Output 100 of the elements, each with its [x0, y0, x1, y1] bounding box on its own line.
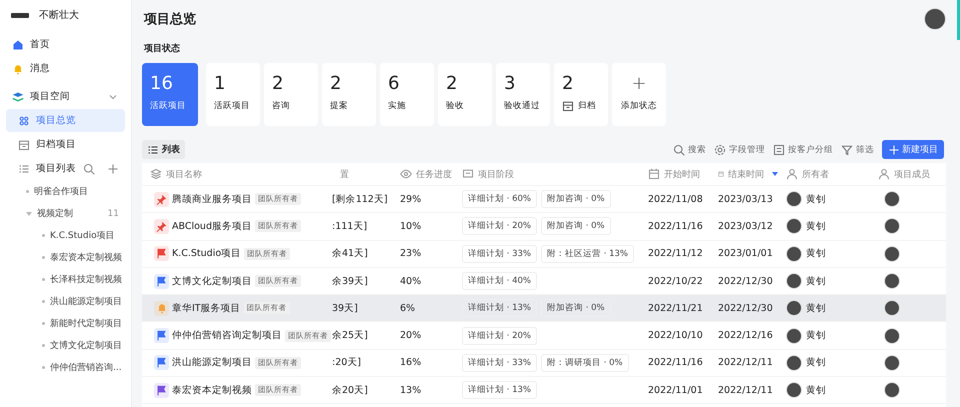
- status-card[interactable]: 3 验收通过: [496, 63, 550, 126]
- column-header[interactable]: 任务进度: [392, 168, 454, 180]
- project-name[interactable]: 仲仲伯营销咨询定制项目: [172, 329, 282, 342]
- settings-icon: [714, 144, 726, 156]
- owner-avatar: [786, 191, 802, 208]
- progress-cell-text: 40%: [399, 276, 422, 287]
- status-card[interactable]: 2 验收: [438, 63, 492, 126]
- nav-item[interactable]: 归档项目: [6, 133, 125, 156]
- add-status-card[interactable]: + 添加状态: [612, 63, 666, 126]
- progress-cell-text: 23%: [399, 248, 422, 260]
- table-cell-text: 余25天]: [332, 329, 369, 342]
- member-avatar: [884, 300, 900, 316]
- nav-item[interactable]: 消息: [6, 57, 125, 80]
- tree-item[interactable]: 新能时代定制项目: [6, 313, 125, 334]
- column-header[interactable]: 项目成员: [870, 168, 930, 180]
- nav-item[interactable]: 首页: [6, 33, 125, 56]
- date-cell-text: 2022/10/22: [647, 276, 704, 287]
- stage-tag: 详细计划 · 40%: [462, 272, 537, 290]
- progress-cell-text: 10%: [399, 220, 422, 232]
- project-name[interactable]: K.C.Studio项目: [172, 247, 242, 260]
- owner-name: 黄钊: [806, 220, 826, 233]
- project-space-header[interactable]: 项目空间: [6, 85, 125, 108]
- date-cell-text: 2022/12/30: [717, 276, 774, 287]
- toolbar-button[interactable]: 字段管理: [714, 144, 765, 156]
- project-name[interactable]: ABCloud服务项目: [172, 220, 252, 233]
- date-cell-text: 2022/11/16: [647, 220, 704, 232]
- stage-tag: 详细计划 · 33%: [462, 244, 537, 263]
- user-icon: [878, 168, 890, 180]
- member-avatar: [884, 191, 900, 208]
- project-name[interactable]: 文博文化定制项目: [172, 274, 252, 288]
- owner-name: 黄钊: [806, 247, 826, 260]
- owner-name: 黄钊: [806, 329, 826, 342]
- project-list-label: 项目列表: [36, 162, 76, 175]
- status-card[interactable]: 2 提案: [322, 63, 376, 126]
- owner-avatar: [786, 246, 802, 262]
- filter-icon: [841, 144, 853, 156]
- status-card[interactable]: 6 实施: [380, 63, 434, 126]
- owner-name: 黄钊: [806, 192, 826, 206]
- stage-tag: 附加咨询 · 0%: [541, 190, 611, 208]
- date-cell-text: 2023/03/12: [717, 220, 774, 232]
- toolbar-button[interactable]: 筛选: [841, 144, 874, 156]
- status-card[interactable]: 1 活跃项目: [206, 63, 260, 126]
- search-button[interactable]: [83, 162, 95, 174]
- grid-icon: [18, 114, 30, 126]
- stage-tag: 详细计划 · 20%: [462, 326, 537, 345]
- tree-item[interactable]: 文博文化定制项目: [6, 335, 125, 356]
- owner-avatar: [786, 382, 802, 398]
- project-name[interactable]: 泰宏资本定制视频: [172, 384, 252, 397]
- tree-item[interactable]: 长泽科技定制视频: [6, 269, 125, 290]
- date-cell-text: 2022/11/21: [647, 302, 704, 314]
- project-name[interactable]: 章华IT服务项目: [172, 302, 241, 315]
- owner-name: 黄钊: [806, 384, 826, 397]
- progress-cell-text: 13%: [399, 384, 422, 396]
- stage-tag: 详细计划 · 20%: [462, 217, 537, 236]
- search-icon: [83, 162, 95, 174]
- tree-item[interactable]: 明雀合作项目: [6, 181, 125, 202]
- tree-item[interactable]: K.C.Studio项目: [6, 225, 125, 246]
- date-cell-text: 2022/11/12: [647, 248, 704, 260]
- status-card[interactable]: 2 归档: [554, 63, 608, 126]
- column-header[interactable]: 开始时间: [640, 168, 710, 180]
- archive-icon: [18, 138, 30, 150]
- stage-tag: 详细计划 · 13%: [462, 299, 537, 318]
- date-cell-text: 2022/11/16: [647, 357, 704, 368]
- tree-item[interactable]: 泰宏资本定制视频: [6, 247, 125, 268]
- list-icon: [18, 162, 30, 174]
- date-cell-text: 2022/10/10: [647, 330, 704, 342]
- list-icon: [147, 144, 159, 156]
- tree-item[interactable]: 洪山能源定制项目: [6, 291, 125, 312]
- column-header[interactable]: 置: [332, 168, 392, 180]
- status-card[interactable]: 16 活跃项目: [142, 63, 198, 126]
- project-name[interactable]: 腾颉商业服务项目: [172, 192, 252, 206]
- list-view-tab[interactable]: 列表: [142, 140, 185, 159]
- search-icon: [673, 144, 685, 156]
- stack-icon: [12, 90, 24, 102]
- user-icon: [786, 168, 798, 180]
- owner-name: 黄钊: [806, 356, 826, 370]
- logo-icon: [11, 12, 29, 18]
- grouping-icon: [773, 144, 785, 156]
- date-cell-text: 2022/12/11: [717, 384, 774, 396]
- toolbar-button[interactable]: 按客户分组: [773, 144, 833, 156]
- toolbar-button[interactable]: 搜索: [673, 144, 706, 156]
- add-button[interactable]: [107, 162, 119, 174]
- tree-item[interactable]: 仲仲伯营销咨询...: [6, 357, 125, 378]
- eye-icon: [400, 168, 412, 180]
- owner-name: 黄钊: [806, 274, 826, 288]
- column-header[interactable]: 项目名称: [142, 168, 332, 180]
- column-header[interactable]: 结束时间: [710, 168, 778, 180]
- user-avatar[interactable]: [924, 8, 946, 30]
- status-card[interactable]: 2 咨询: [264, 63, 318, 126]
- tree-item[interactable]: 视频定制 11: [6, 203, 125, 224]
- column-header[interactable]: 项目阶段: [454, 168, 640, 180]
- project-name[interactable]: 洪山能源定制项目: [172, 356, 252, 370]
- sort-icon: [772, 172, 778, 176]
- layers-icon: [150, 168, 162, 180]
- table-cell-text: :20天]: [332, 356, 362, 370]
- new-project-button[interactable]: 新建项目: [882, 140, 944, 159]
- stage-tag: 详细计划 · 33%: [462, 354, 537, 372]
- column-header[interactable]: 所有者: [778, 168, 870, 180]
- owner-name: 黄钊: [806, 302, 826, 315]
- nav-item[interactable]: 项目总览: [6, 109, 125, 132]
